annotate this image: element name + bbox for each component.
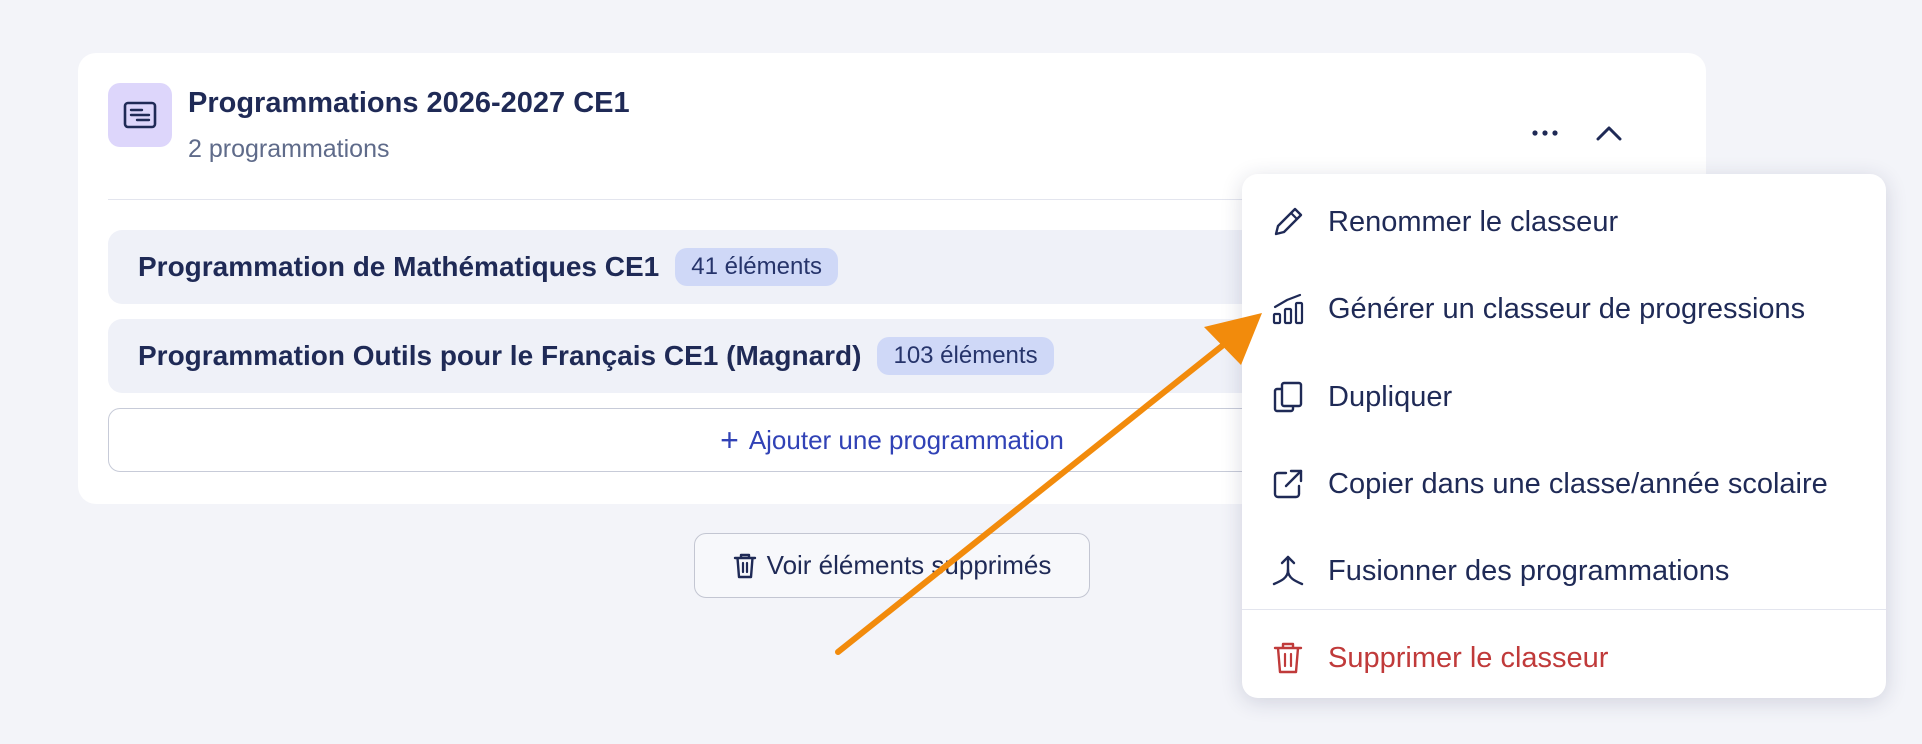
external-link-icon bbox=[1270, 466, 1306, 502]
menu-item-rename[interactable]: Renommer le classeur bbox=[1242, 182, 1886, 262]
menu-item-duplicate[interactable]: Dupliquer bbox=[1242, 357, 1886, 437]
chevron-up-icon bbox=[1596, 126, 1622, 141]
menu-item-label: Fusionner des programmations bbox=[1328, 554, 1730, 587]
page: Programmations 2026-2027 CE1 2 programma… bbox=[0, 0, 1922, 744]
trash-icon bbox=[733, 553, 756, 578]
trash-icon bbox=[1270, 640, 1306, 676]
view-deleted-label: Voir éléments supprimés bbox=[766, 550, 1052, 580]
copy-icon bbox=[1270, 379, 1306, 415]
add-programmation-label: Ajouter une programmation bbox=[748, 424, 1064, 455]
binder-title: Programmations 2026-2027 CE1 bbox=[188, 87, 630, 119]
pencil-icon bbox=[1270, 204, 1306, 240]
programmation-name: Programmation de Mathématiques CE1 bbox=[138, 251, 660, 282]
binder-icon bbox=[108, 83, 172, 147]
menu-item-label: Renommer le classeur bbox=[1328, 205, 1619, 238]
menu-item-delete[interactable]: Supprimer le classeur bbox=[1242, 618, 1886, 698]
menu-item-label: Dupliquer bbox=[1328, 380, 1453, 413]
element-count-badge: 103 éléments bbox=[877, 337, 1054, 375]
collapse-button[interactable] bbox=[1585, 109, 1633, 157]
programmation-name: Programmation Outils pour le Français CE… bbox=[138, 340, 862, 371]
binder-subtitle: 2 programmations bbox=[188, 135, 390, 163]
more-icon bbox=[1532, 130, 1558, 136]
menu-item-copy-to-class[interactable]: Copier dans une classe/année scolaire bbox=[1242, 444, 1886, 524]
plus-icon: + bbox=[720, 422, 739, 458]
menu-divider bbox=[1242, 609, 1886, 610]
element-count-badge: 41 éléments bbox=[675, 248, 838, 286]
options-menu: Renommer le classeur Générer un classeur… bbox=[1242, 174, 1886, 698]
menu-item-label: Générer un classeur de progressions bbox=[1328, 292, 1806, 325]
view-deleted-button[interactable]: Voir éléments supprimés bbox=[694, 533, 1090, 598]
menu-item-generate[interactable]: Générer un classeur de progressions bbox=[1242, 269, 1886, 349]
merge-icon bbox=[1270, 553, 1306, 589]
more-options-button[interactable] bbox=[1521, 109, 1569, 157]
menu-item-label: Copier dans une classe/année scolaire bbox=[1328, 467, 1828, 500]
menu-item-merge[interactable]: Fusionner des programmations bbox=[1242, 531, 1886, 611]
menu-item-label: Supprimer le classeur bbox=[1328, 641, 1609, 674]
chart-icon bbox=[1270, 291, 1306, 327]
